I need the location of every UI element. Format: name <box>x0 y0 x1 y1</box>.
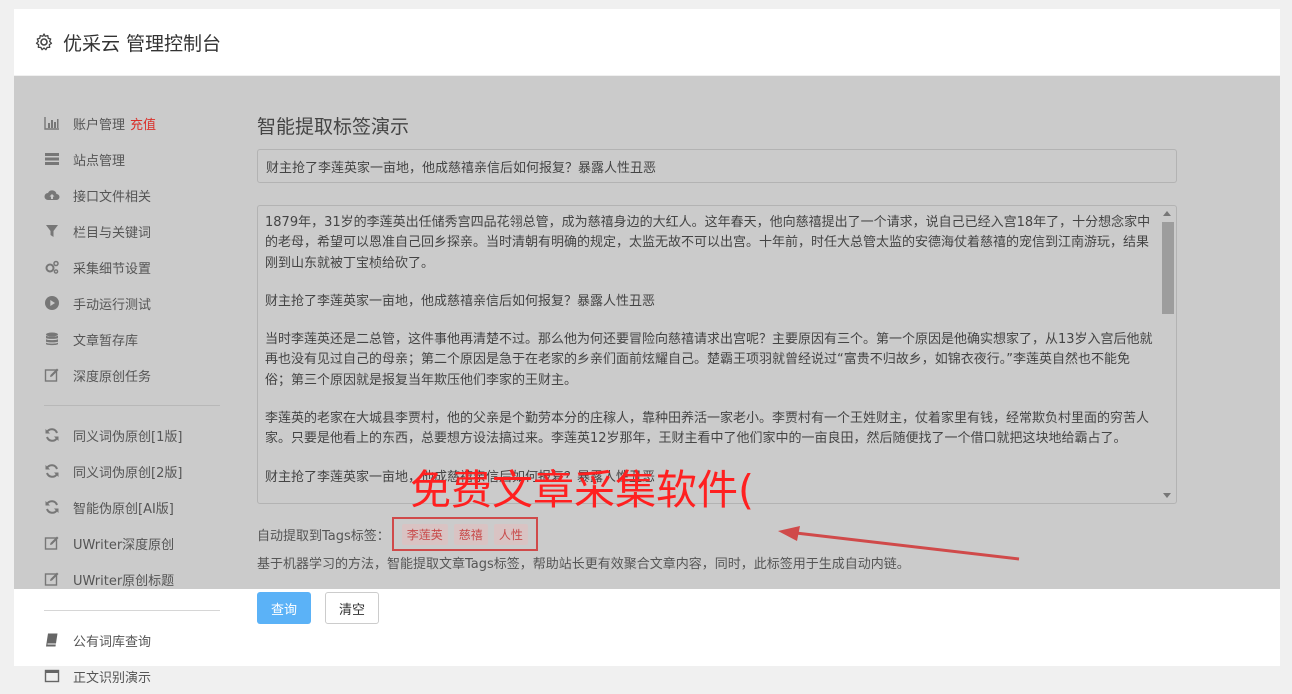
sidebar-item-label: UWriter原创标题 <box>73 573 175 589</box>
sidebar-item-collect-settings[interactable]: 采集细节设置 <box>44 249 226 285</box>
sidebar-item-label: 采集细节设置 <box>73 261 152 277</box>
book-icon <box>44 632 60 648</box>
sidebar-item-deep-original[interactable]: 深度原创任务 <box>44 357 226 393</box>
bar-chart-icon <box>44 115 60 131</box>
main-panel: 账户管理 充值 站点管理 接口文件相关 栏目与关键词 采集细节设置 手动运行测试… <box>14 76 1280 686</box>
refresh-icon <box>44 499 60 515</box>
overlay-caption: 免费文章采集软件( <box>410 466 754 514</box>
database-icon <box>44 331 60 347</box>
scroll-up-arrow-icon[interactable] <box>1163 211 1171 216</box>
tags-label: 自动提取到Tags标签： <box>257 528 390 544</box>
feature-description: 基于机器学习的方法，智能提取文章Tags标签，帮助站长更有效聚合文章内容，同时，… <box>257 557 910 572</box>
sidebar-item-interface-files[interactable]: 接口文件相关 <box>44 177 226 213</box>
sidebar: 账户管理 充值 站点管理 接口文件相关 栏目与关键词 采集细节设置 手动运行测试… <box>44 105 226 694</box>
sidebar-item-label: 深度原创任务 <box>73 369 152 385</box>
paragraph: 1879年，31岁的李莲英出任储秀宫四品花翎总管，成为慈禧身边的大红人。这年春天… <box>265 215 1151 271</box>
recharge-link[interactable]: 充值 <box>130 114 156 133</box>
sidebar-item-label: 账户管理 <box>73 117 126 133</box>
sidebar-item-ai-rewrite[interactable]: 智能伪原创[AI版] <box>44 489 226 525</box>
sidebar-item-label: 同义词伪原创[2版] <box>73 465 183 481</box>
scroll-down-arrow-icon[interactable] <box>1163 493 1171 498</box>
top-header: 优采云 管理控制台 <box>14 9 1280 75</box>
textarea-scrollbar[interactable] <box>1159 206 1176 503</box>
play-circle-icon <box>44 295 60 311</box>
article-title-input[interactable] <box>257 149 1177 183</box>
filter-icon <box>44 223 60 239</box>
server-icon <box>44 151 60 167</box>
sidebar-item-label: 手动运行测试 <box>73 297 152 313</box>
sidebar-item-public-lexicon[interactable]: 公有词库查询 <box>44 622 226 658</box>
sidebar-item-synonym-v2[interactable]: 同义词伪原创[2版] <box>44 453 226 489</box>
gear-icon <box>35 33 53 51</box>
clear-button[interactable]: 清空 <box>325 592 379 624</box>
sidebar-item-uwriter-deep[interactable]: UWriter深度原创 <box>44 525 226 561</box>
sidebar-item-label: 正文识别演示 <box>73 670 152 686</box>
refresh-icon <box>44 463 60 479</box>
cogs-icon <box>44 259 60 275</box>
tags-row: 自动提取到Tags标签： 李莲英 慈禧 人性 <box>257 517 538 551</box>
paragraph: 财主抢了李莲英家一亩地，他成慈禧亲信后如何报复？暴露人性丑恶 <box>265 293 656 309</box>
tags-highlight-box: 李莲英 慈禧 人性 <box>391 517 538 551</box>
edit-icon <box>44 367 60 383</box>
cloud-upload-icon <box>44 187 60 203</box>
tag[interactable]: 人性 <box>493 523 528 545</box>
refresh-icon <box>44 427 60 443</box>
sidebar-item-label: 同义词伪原创[1版] <box>73 429 183 445</box>
sidebar-item-label: 文章暂存库 <box>73 333 139 349</box>
app-title: 优采云 管理控制台 <box>63 32 222 55</box>
sidebar-item-uwriter-title[interactable]: UWriter原创标题 <box>44 561 226 597</box>
sidebar-item-label: 智能伪原创[AI版] <box>73 501 174 517</box>
tag[interactable]: 李莲英 <box>401 523 448 545</box>
sidebar-item-account[interactable]: 账户管理 充值 <box>44 105 226 141</box>
sidebar-item-label: UWriter深度原创 <box>73 537 175 553</box>
paragraph: 当时李莲英还是二总管，这件事他再清楚不过。那么他为何还要冒险向慈禧请求出宫呢？主… <box>265 332 1153 388</box>
edit-icon <box>44 535 60 551</box>
sidebar-item-label: 站点管理 <box>73 153 126 169</box>
query-button[interactable]: 查询 <box>257 592 311 624</box>
sidebar-item-columns-keywords[interactable]: 栏目与关键词 <box>44 213 226 249</box>
edit-icon <box>44 571 60 587</box>
sidebar-divider <box>44 610 220 611</box>
sidebar-item-manual-run[interactable]: 手动运行测试 <box>44 285 226 321</box>
sidebar-item-text-recognition[interactable]: 正文识别演示 <box>44 658 226 694</box>
page-title: 智能提取标签演示 <box>257 116 410 138</box>
sidebar-item-sites[interactable]: 站点管理 <box>44 141 226 177</box>
tag[interactable]: 慈禧 <box>453 523 488 545</box>
sidebar-item-article-store[interactable]: 文章暂存库 <box>44 321 226 357</box>
sidebar-divider <box>44 405 220 406</box>
paragraph: 李莲英的老家在大城县李贾村，他的父亲是个勤劳本分的庄稼人，靠种田养活一家老小。李… <box>265 411 1150 447</box>
sidebar-item-label: 接口文件相关 <box>73 189 152 205</box>
window-icon <box>44 668 60 684</box>
sidebar-item-synonym-v1[interactable]: 同义词伪原创[1版] <box>44 417 226 453</box>
sidebar-item-label: 栏目与关键词 <box>73 225 152 241</box>
sidebar-item-label: 公有词库查询 <box>73 634 152 650</box>
scroll-thumb[interactable] <box>1162 222 1174 314</box>
